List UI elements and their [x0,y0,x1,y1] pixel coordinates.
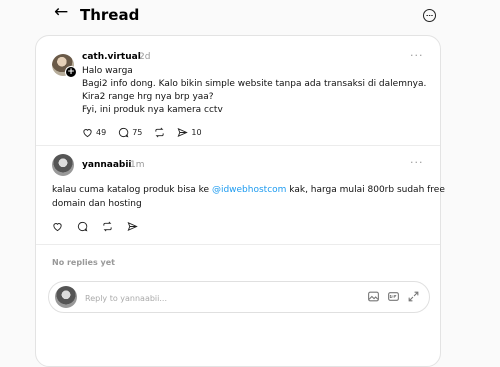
comment-icon [77,221,88,232]
post-username[interactable]: cath.virtual [82,52,141,62]
like-button[interactable]: 49 [82,127,106,138]
repost-button[interactable] [102,221,113,232]
share-count: 10 [191,128,202,137]
post-actions: 49 75 10 [82,127,202,138]
post-time: 2d [139,52,151,62]
page-title: Thread [80,6,140,24]
share-button[interactable] [127,221,138,232]
post-text-line: Kira2 range hrg nya brp yaa? [82,92,214,102]
header: ← Thread [0,0,500,34]
heart-icon [83,129,92,138]
reply-composer[interactable] [48,281,430,313]
comment-count: 75 [132,128,143,137]
reply-text: kak, harga mulai 800rb sudah free [289,185,445,195]
like-count: 49 [96,128,107,137]
divider [36,145,440,146]
reply-more-icon[interactable]: ··· [410,156,424,169]
reply-input[interactable] [83,290,337,306]
back-arrow-icon[interactable]: ← [54,2,68,22]
mention-link[interactable]: @idwebhostcom [212,185,286,195]
reply-username[interactable]: yannaabii [82,160,132,170]
repost-icon [103,221,112,232]
avatar [55,286,77,308]
reply-text-line: kalau cuma katalog produk bisa ke @idweb… [52,185,445,195]
image-icon[interactable] [367,290,380,303]
repost-icon [155,127,164,138]
post-text-line: Bagi2 info dong. Kalo bikin simple websi… [82,79,427,89]
reply-actions [52,221,138,232]
avatar[interactable] [52,154,74,176]
post-text-line: Halo warga [82,66,133,76]
send-icon [177,127,189,138]
like-button[interactable] [52,221,63,232]
follow-plus-icon[interactable]: + [65,66,77,78]
post-text-line: Fyi, ini produk nya kamera cctv [82,105,223,115]
heart-icon [53,223,62,232]
divider [36,244,440,245]
reply-text: kalau cuma katalog produk bisa ke [52,185,210,195]
comment-button[interactable]: 75 [118,127,142,138]
reply-time: 1m [130,160,145,170]
reply-text-line: domain dan hosting [52,199,142,209]
post-more-icon[interactable]: ··· [410,49,424,62]
comment-button[interactable] [77,221,88,232]
expand-icon[interactable] [407,290,420,303]
share-button[interactable]: 10 [177,127,202,138]
repost-button[interactable] [154,127,165,138]
comment-icon [119,127,129,138]
no-replies-label: No replies yet [52,258,115,267]
send-icon [127,221,138,232]
thread-card: + cath.virtual 2d ··· Halo warga Bagi2 i… [35,35,445,367]
gif-icon[interactable] [387,290,400,303]
more-options-icon[interactable] [423,9,436,22]
